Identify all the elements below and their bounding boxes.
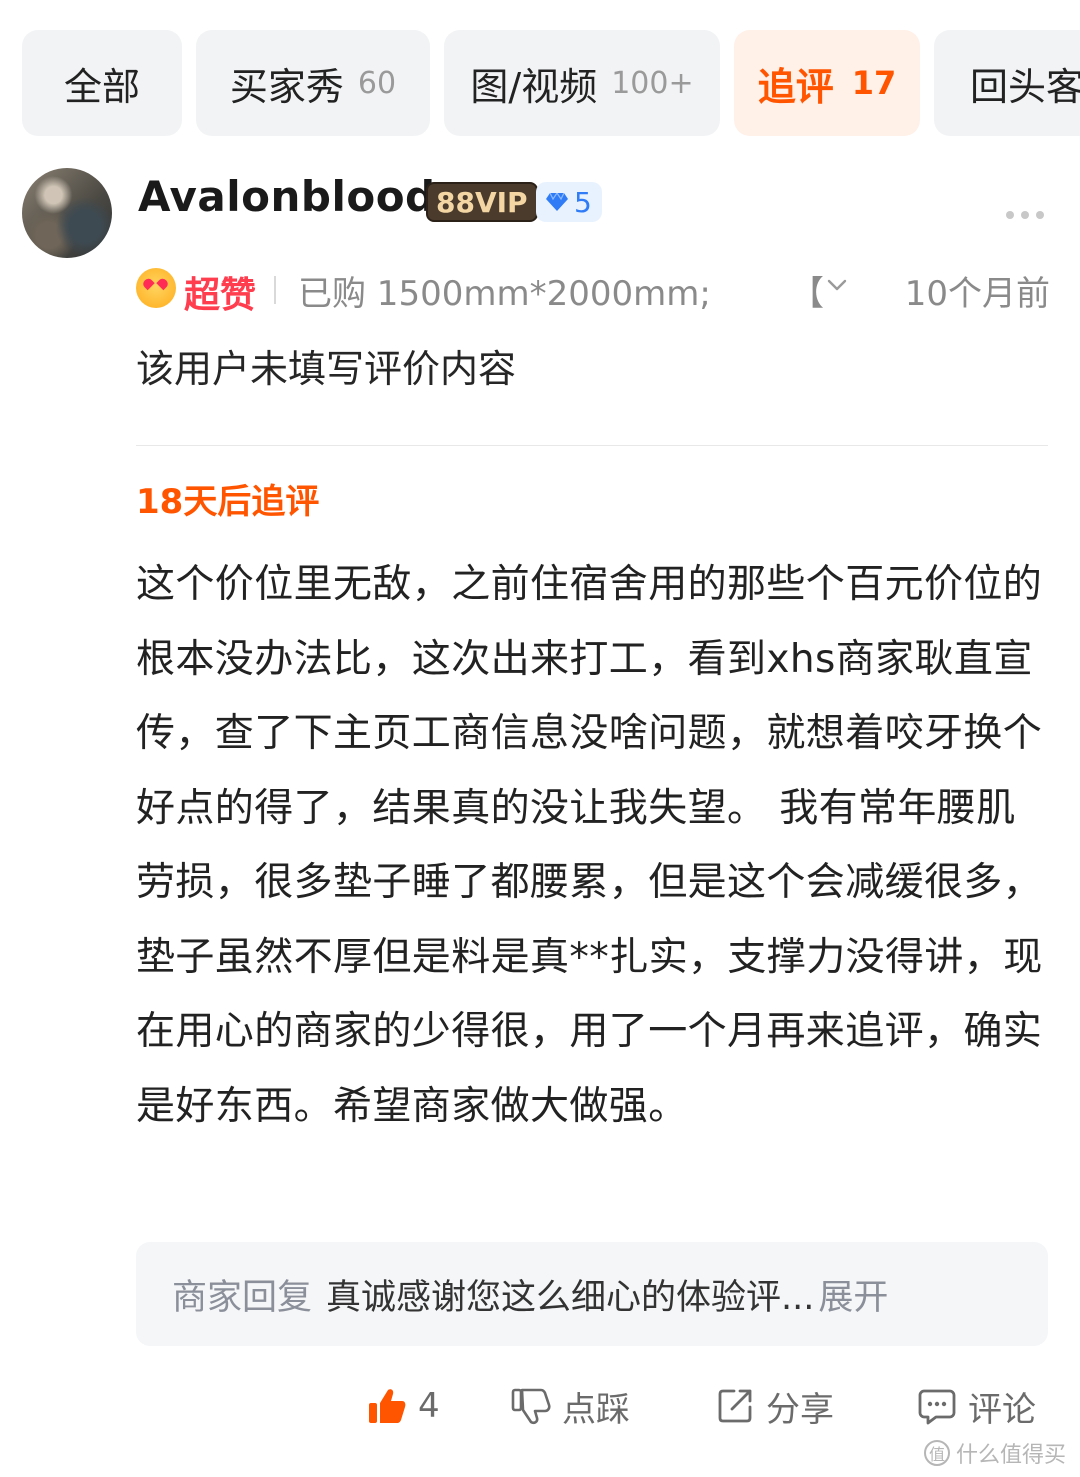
review-content: 该用户未填写评价内容 bbox=[136, 347, 517, 391]
love-eyes-emoji-icon bbox=[136, 268, 176, 308]
review-time: 10个月前 bbox=[904, 274, 1050, 314]
purchase-info[interactable]: 已购 1500mm*2000mm; bbox=[298, 266, 711, 315]
tab-label: 回头客 bbox=[970, 64, 1080, 109]
comment-icon bbox=[918, 1389, 956, 1425]
chevron-down-icon[interactable] bbox=[824, 272, 850, 298]
filter-tabs: 全部 买家秀 60 图/视频 100+ 追评 17 回头客 bbox=[22, 30, 1080, 136]
like-button[interactable]: 4 bbox=[366, 1376, 440, 1436]
username[interactable]: Avalonblood bbox=[138, 172, 436, 221]
vip-badge: 88VIP bbox=[426, 182, 538, 222]
merchant-reply[interactable]: 商家回复 真诚感谢您这么细心的体验评... 展开 bbox=[136, 1242, 1048, 1346]
gem-icon bbox=[546, 193, 568, 211]
divider bbox=[274, 276, 276, 304]
share-label: 分享 bbox=[766, 1389, 834, 1430]
more-icon[interactable] bbox=[1006, 204, 1052, 219]
tab-followup[interactable]: 追评 17 bbox=[734, 30, 920, 136]
like-count: 4 bbox=[418, 1386, 440, 1426]
tab-photo-video[interactable]: 图/视频 100+ bbox=[444, 30, 720, 136]
tab-buyer-show[interactable]: 买家秀 60 bbox=[196, 30, 430, 136]
tab-label: 全部 bbox=[63, 64, 140, 109]
watermark: 值 什么值得买 bbox=[923, 1437, 1066, 1469]
level-value: 5 bbox=[574, 185, 592, 219]
thumb-up-icon bbox=[369, 1389, 406, 1423]
action-bar: 4 点踩 分享 评论 bbox=[0, 1376, 1080, 1436]
level-badge: 5 bbox=[536, 182, 602, 222]
expand-link[interactable]: 展开 bbox=[818, 1269, 888, 1320]
followup-text: 这个价位里无敌，之前住宿舍用的那些个百元价位的根本没办法比，这次出来打工，看到x… bbox=[136, 562, 1043, 1129]
rating-label: 超赞 bbox=[184, 275, 257, 316]
review-meta: 超赞 已购 1500mm*2000mm; 【 10个月前 bbox=[136, 262, 1050, 316]
share-icon bbox=[718, 1389, 752, 1423]
merchant-reply-text: 真诚感谢您这么细心的体验评... bbox=[326, 1277, 815, 1318]
tab-label: 图/视频 bbox=[470, 64, 598, 109]
dislike-button[interactable]: 点踩 bbox=[510, 1376, 630, 1436]
tab-count: 60 bbox=[357, 65, 397, 101]
merchant-reply-label: 商家回复 bbox=[172, 1277, 313, 1318]
watermark-logo: 值 bbox=[923, 1440, 950, 1466]
comment-label: 评论 bbox=[968, 1389, 1036, 1430]
followup-label: 18天后追评 bbox=[136, 482, 320, 522]
purchase-info-more: 【 bbox=[790, 274, 824, 314]
watermark-text: 什么值得买 bbox=[955, 1443, 1066, 1468]
dislike-label: 点踩 bbox=[562, 1389, 630, 1430]
tab-returning-customer[interactable]: 回头客 bbox=[934, 30, 1080, 136]
avatar[interactable] bbox=[22, 168, 112, 258]
thumb-down-icon bbox=[511, 1388, 551, 1425]
tab-count: 17 bbox=[851, 64, 897, 102]
comment-button[interactable]: 评论 bbox=[916, 1376, 1036, 1436]
divider bbox=[136, 445, 1048, 446]
tab-all[interactable]: 全部 bbox=[22, 30, 182, 136]
tab-count: 100+ bbox=[611, 65, 694, 101]
tab-label: 买家秀 bbox=[229, 64, 344, 109]
share-button[interactable]: 分享 bbox=[714, 1376, 834, 1436]
tab-label: 追评 bbox=[757, 64, 834, 109]
